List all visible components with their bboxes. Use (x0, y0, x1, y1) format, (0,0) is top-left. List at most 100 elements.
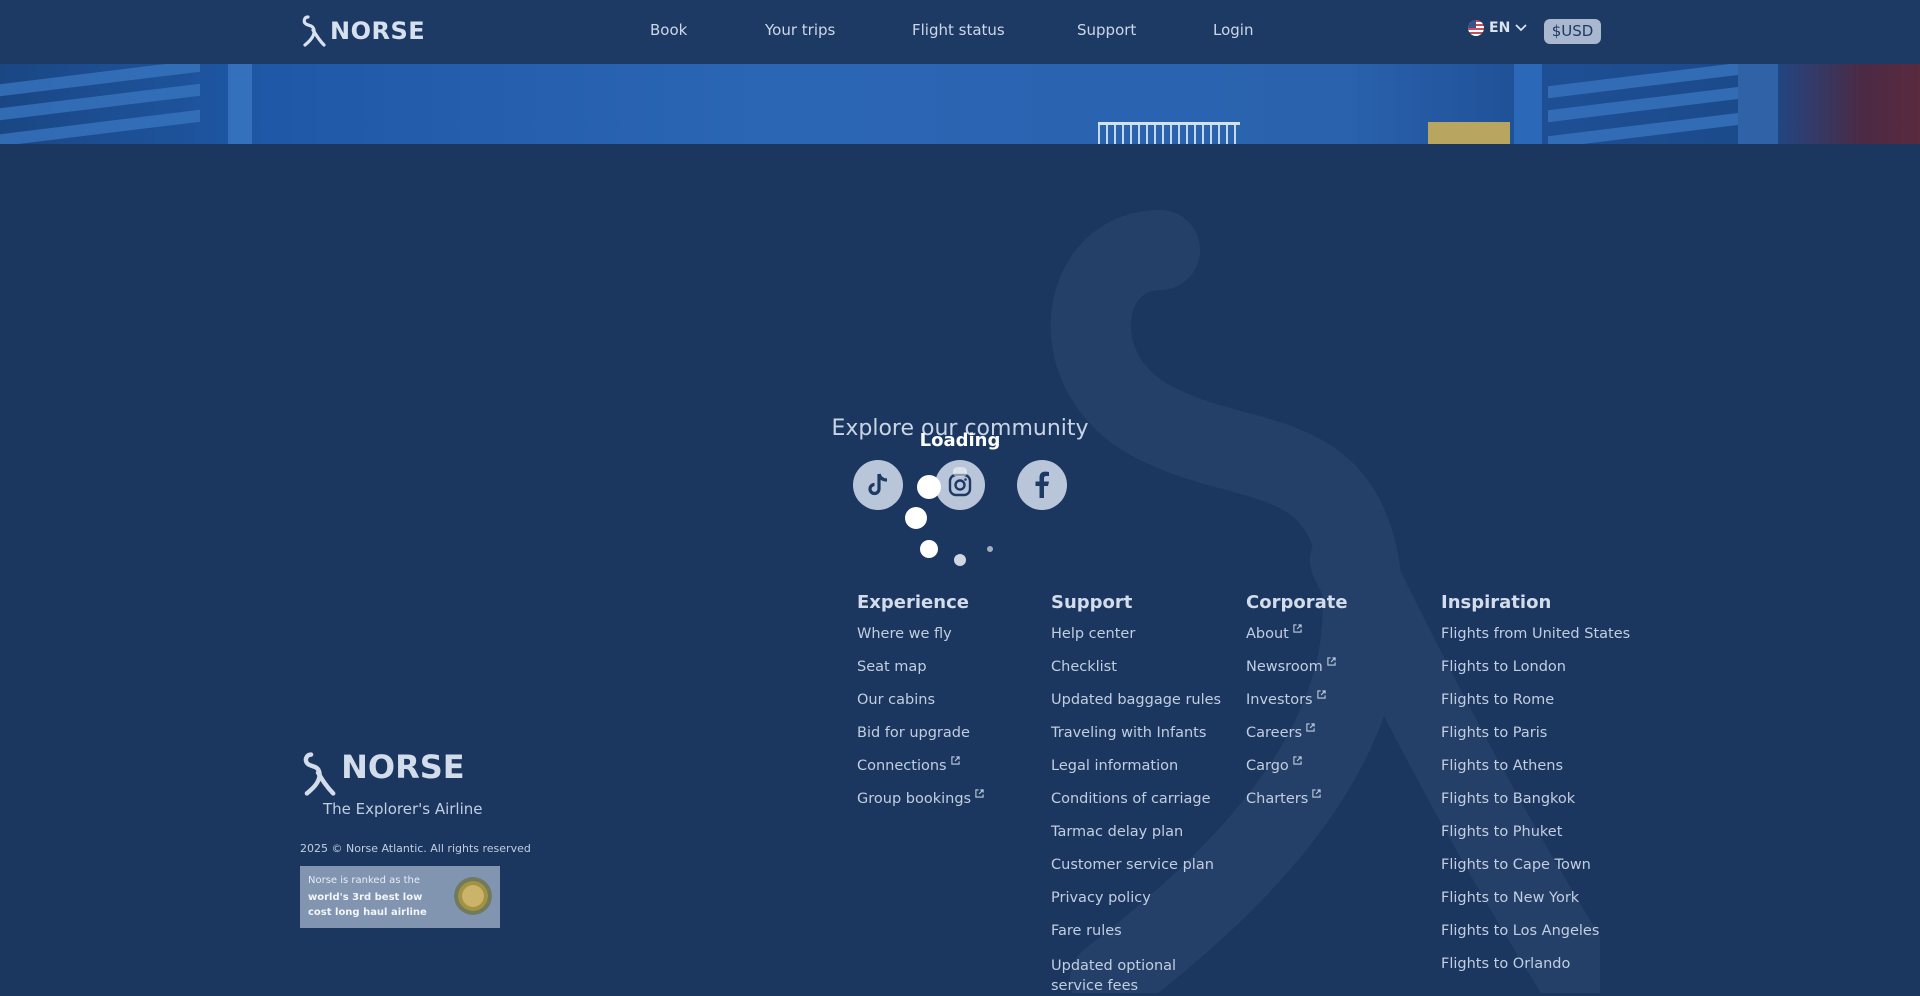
footer-link[interactable]: Cargo (1246, 756, 1348, 791)
link-label: Privacy policy (1051, 890, 1151, 906)
footer-link[interactable]: Bid for upgrade (857, 725, 984, 758)
site-header: NORSE Book Your trips Flight status Supp… (0, 0, 1920, 64)
loading-dot (954, 554, 966, 566)
link-label: Tarmac delay plan (1051, 824, 1184, 840)
nav-your-trips[interactable]: Your trips (765, 21, 835, 39)
link-label: Investors (1246, 692, 1313, 708)
footer-link[interactable]: Flights from United States (1441, 626, 1630, 659)
tiktok-icon (868, 473, 888, 496)
link-label: Careers (1246, 725, 1303, 741)
nav-flight-status[interactable]: Flight status (912, 21, 1005, 39)
link-label: Charters (1246, 791, 1309, 807)
footer-link[interactable]: Privacy policy (1051, 890, 1231, 923)
footer-link[interactable]: Flights to Paris (1441, 725, 1630, 758)
nav-support[interactable]: Support (1077, 21, 1136, 39)
link-label: Flights to Paris (1441, 725, 1548, 741)
footer-brand-name: NORSE (341, 748, 465, 786)
footer-link[interactable]: Group bookings (857, 789, 984, 824)
hero-shutter-post-left (228, 64, 252, 144)
footer-link[interactable]: Flights to Cape Town (1441, 857, 1630, 890)
footer-link[interactable]: Fare rules (1051, 923, 1231, 956)
link-label: Group bookings (857, 791, 972, 807)
loading-dot (917, 475, 941, 499)
footer-link[interactable]: Connections (857, 756, 984, 791)
link-label: Fare rules (1051, 923, 1122, 939)
footer-link[interactable]: Flights to Orlando (1441, 956, 1630, 989)
loading-dot (905, 507, 927, 529)
footer-link[interactable]: Our cabins (857, 692, 984, 725)
tiktok-button[interactable] (853, 460, 903, 510)
award-banner[interactable]: Norse is ranked as the world's 3rd best … (300, 866, 500, 928)
footer-link[interactable]: Conditions of carriage (1051, 791, 1231, 824)
loading-label: Loading (919, 430, 1001, 451)
hero-shutter-post-right (1514, 64, 1542, 144)
footer-link[interactable]: Updated baggage rules (1051, 692, 1231, 725)
footer-link[interactable]: Investors (1246, 690, 1348, 725)
link-label: Flights to Athens (1441, 758, 1564, 774)
hero-deck (1428, 122, 1510, 144)
language-selector[interactable]: EN (1468, 20, 1527, 36)
link-label: Flights to Bangkok (1441, 791, 1576, 807)
copyright: 2025 © Norse Atlantic. All rights reserv… (300, 842, 531, 855)
footer-link[interactable]: Flights to Bangkok (1441, 791, 1630, 824)
hero-window-frame (1738, 64, 1778, 144)
external-link-icon (1316, 690, 1326, 699)
facebook-icon (1035, 471, 1049, 498)
external-link-icon (1327, 657, 1336, 666)
link-label: Flights to London (1441, 659, 1566, 675)
external-link-icon (1312, 789, 1321, 798)
link-label: Updated baggage rules (1051, 692, 1222, 708)
footer-link[interactable]: Flights to Los Angeles (1441, 923, 1630, 956)
footer-column-inspiration: Inspiration Flights from United States F… (1441, 592, 1630, 989)
external-link-icon (950, 756, 960, 765)
language-code: EN (1489, 20, 1511, 36)
link-label: Connections (857, 758, 947, 774)
external-link-icon (1293, 624, 1302, 633)
link-label: Flights to Rome (1441, 692, 1555, 708)
footer-link[interactable]: Flights to Athens (1441, 758, 1630, 791)
link-label: Flights to Phuket (1441, 824, 1563, 840)
footer-link[interactable]: Legal information (1051, 758, 1231, 791)
currency-selector[interactable]: $USD (1544, 19, 1601, 44)
link-label: Conditions of carriage (1051, 791, 1211, 807)
footer-logo[interactable]: NORSE (300, 748, 465, 798)
footer-link[interactable]: Charters (1246, 789, 1348, 824)
column-heading: Corporate (1246, 592, 1348, 613)
link-label: Customer service plan (1051, 857, 1214, 873)
column-heading: Support (1051, 592, 1133, 613)
footer-link[interactable]: Help center (1051, 626, 1231, 659)
chevron-down-icon (1515, 24, 1527, 32)
link-label: Cargo (1246, 758, 1289, 774)
footer-link[interactable]: Tarmac delay plan (1051, 824, 1231, 857)
nav-login[interactable]: Login (1213, 21, 1253, 39)
footer-link[interactable]: Traveling with Infants (1051, 725, 1231, 758)
footer-link[interactable]: Customer service plan (1051, 857, 1231, 890)
norse-logo-mark (303, 751, 336, 796)
external-link-icon (1293, 756, 1302, 765)
link-label: Newsroom (1246, 659, 1323, 675)
footer-link[interactable]: Checklist (1051, 659, 1231, 692)
link-label: Help center (1051, 626, 1136, 642)
link-label: Seat map (857, 659, 927, 675)
external-link-icon (975, 789, 984, 798)
link-label: Updated optional service fees (1051, 958, 1177, 994)
link-label: Flights to New York (1441, 890, 1580, 906)
link-label: Our cabins (857, 692, 936, 708)
footer-link[interactable]: About (1246, 624, 1348, 659)
footer-link[interactable]: Flights to Rome (1441, 692, 1630, 725)
footer-link[interactable]: Where we fly (857, 626, 984, 659)
footer-link[interactable]: Updated optional service fees (1051, 956, 1231, 996)
norse-logo[interactable]: NORSE (300, 14, 425, 48)
link-label: Flights to Los Angeles (1441, 923, 1600, 939)
norse-logo-mark (302, 15, 326, 47)
nav-book[interactable]: Book (650, 21, 687, 39)
footer-link[interactable]: Flights to New York (1441, 890, 1630, 923)
footer-link[interactable]: Newsroom (1246, 657, 1348, 692)
footer-column-corporate: Corporate About Newsroom Investors Caree… (1246, 592, 1348, 824)
footer-link[interactable]: Careers (1246, 723, 1348, 758)
facebook-button[interactable] (1017, 460, 1067, 510)
footer-link[interactable]: Seat map (857, 659, 984, 692)
footer-link[interactable]: Flights to London (1441, 659, 1630, 692)
link-label: Flights to Cape Town (1441, 857, 1591, 873)
footer-link[interactable]: Flights to Phuket (1441, 824, 1630, 857)
